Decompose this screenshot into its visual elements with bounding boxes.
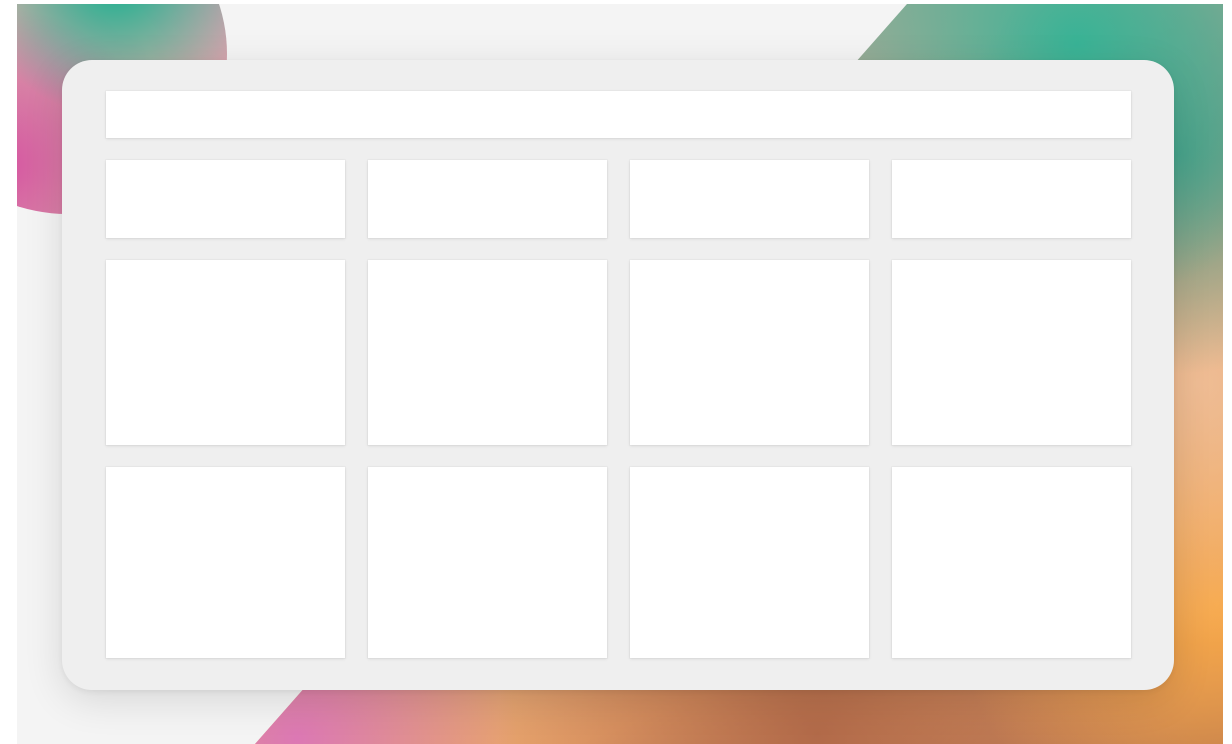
- middle-card-4: [892, 260, 1131, 445]
- top-card-3: [630, 160, 869, 238]
- middle-card-2: [368, 260, 607, 445]
- middle-card-1: [106, 260, 345, 445]
- bottom-card-2: [368, 467, 607, 658]
- middle-card-3: [630, 260, 869, 445]
- top-card-2: [368, 160, 607, 238]
- wireframe-panel: [62, 60, 1174, 690]
- top-card-1: [106, 160, 345, 238]
- wireframe-slide: [0, 0, 1232, 744]
- header-placeholder: [106, 91, 1131, 138]
- bottom-card-3: [630, 467, 869, 658]
- bottom-card-1: [106, 467, 345, 658]
- bottom-card-4: [892, 467, 1131, 658]
- top-card-4: [892, 160, 1131, 238]
